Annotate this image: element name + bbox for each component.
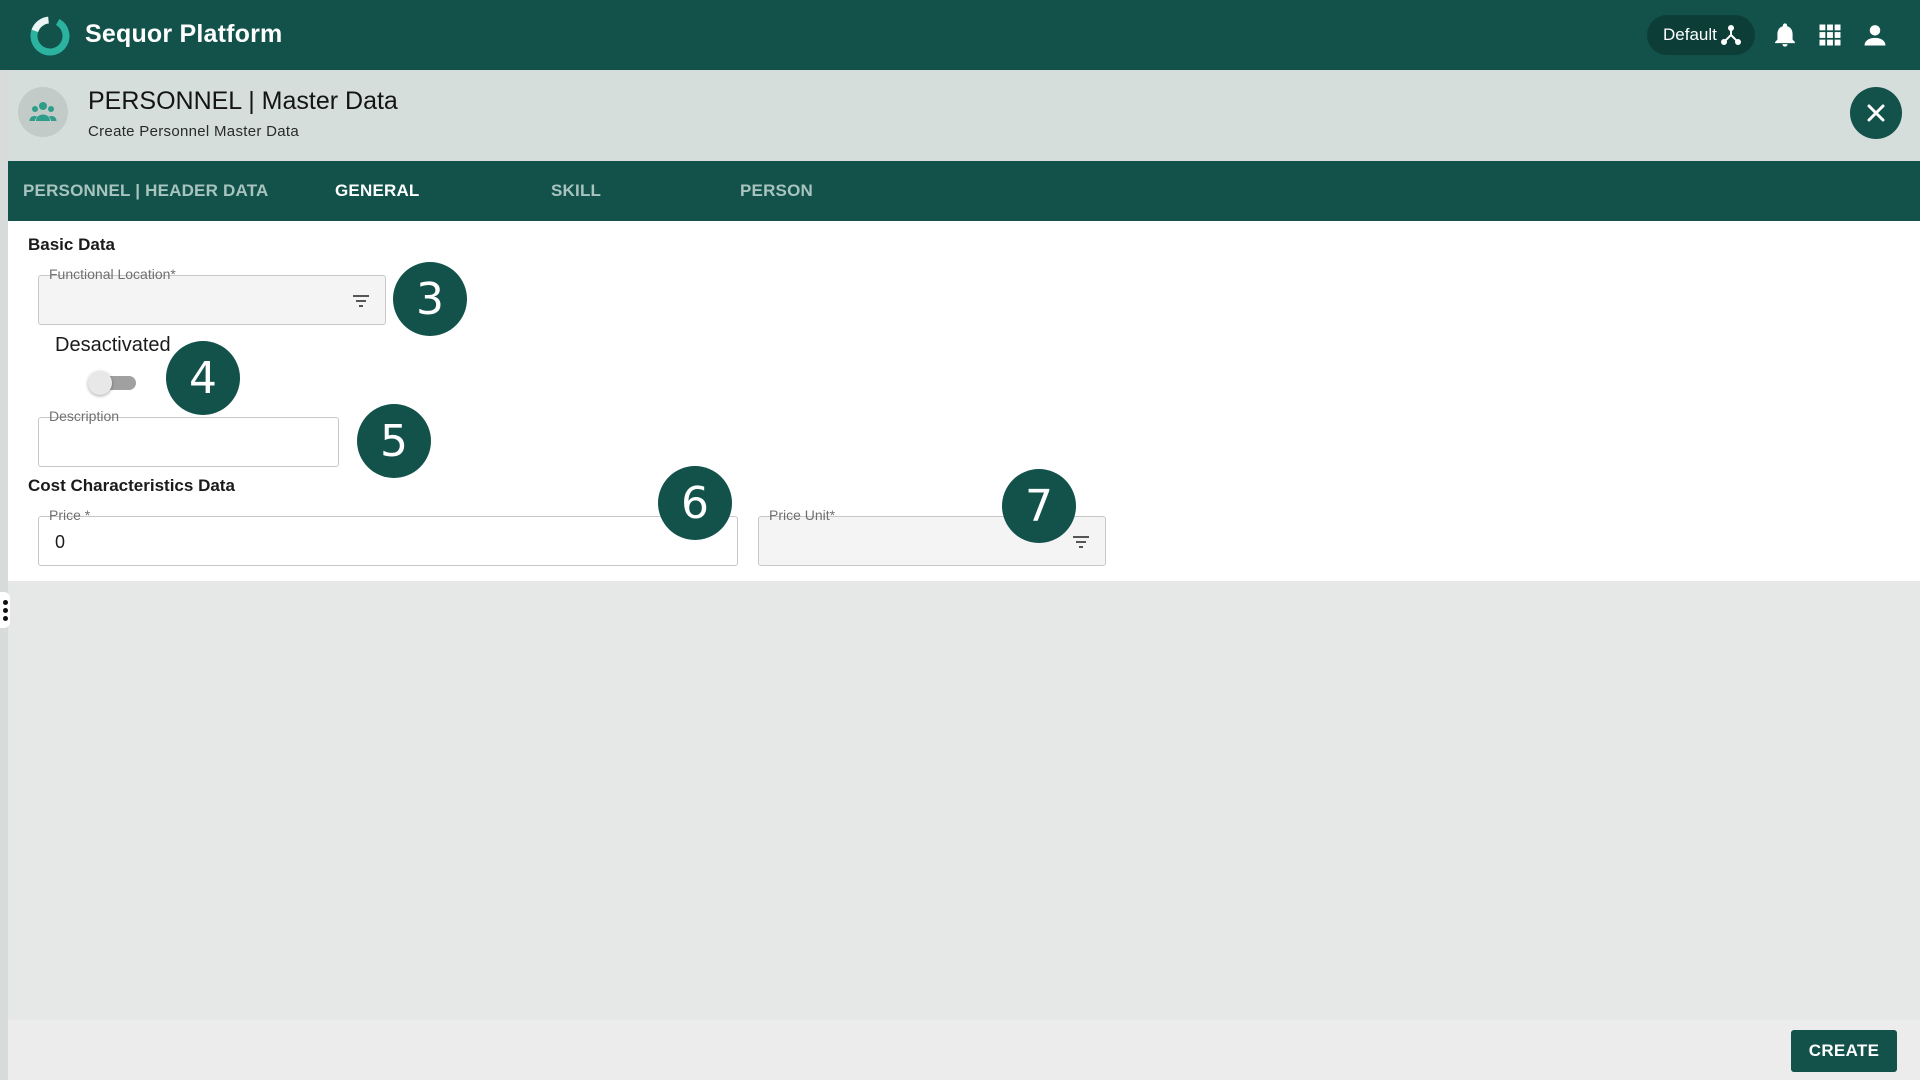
callout-marker: 4 <box>166 341 240 415</box>
callout-marker: 3 <box>393 262 467 336</box>
callout-marker: 6 <box>658 466 732 540</box>
logo-ring-icon[interactable] <box>29 15 71 57</box>
page-avatar <box>18 87 68 137</box>
environment-selector[interactable]: Default <box>1647 15 1755 55</box>
side-panel-toggle-handle[interactable] <box>0 592 10 628</box>
close-button[interactable] <box>1850 87 1902 139</box>
form-footer: CREATE <box>8 1020 1920 1080</box>
close-icon <box>1867 104 1885 122</box>
create-button[interactable]: CREATE <box>1791 1030 1897 1072</box>
filter-icon[interactable] <box>351 292 371 310</box>
more-dot-icon <box>2 599 8 605</box>
side-panel-rail <box>0 70 8 1080</box>
description-label: Description <box>45 408 124 424</box>
price-value: 0 <box>55 532 66 552</box>
page-subtitle: Create Personnel Master Data <box>88 123 299 140</box>
user-icon[interactable] <box>1861 21 1889 49</box>
price-field[interactable]: Price * 0 <box>38 507 738 566</box>
basic-data-title: Basic Data <box>28 235 115 254</box>
tab-general[interactable]: GENERAL <box>335 161 420 221</box>
apps-grid-icon[interactable] <box>1816 21 1844 49</box>
bell-icon[interactable] <box>1771 21 1799 49</box>
callout-marker: 5 <box>357 404 431 478</box>
tab-bar: PERSONNEL | HEADER DATA GENERAL SKILL PE… <box>8 161 1920 221</box>
callout-marker: 7 <box>1002 469 1076 543</box>
share-network-icon <box>1721 25 1741 45</box>
page-header: PERSONNEL | Master Data Create Personnel… <box>8 70 1920 161</box>
description-field[interactable]: Description <box>38 408 339 467</box>
filter-icon[interactable] <box>1071 533 1091 551</box>
app-title: Sequor Platform <box>85 20 283 48</box>
price-label: Price * <box>45 507 95 523</box>
tab-skill[interactable]: SKILL <box>551 161 601 221</box>
price-unit-label: Price Unit* <box>765 507 840 523</box>
more-dot-icon <box>2 615 8 621</box>
more-dot-icon <box>2 607 8 613</box>
top-app-bar: Sequor Platform Default <box>0 0 1920 70</box>
functional-location-field[interactable]: Functional Location* <box>38 266 386 325</box>
toggle-knob <box>88 371 112 395</box>
functional-location-label: Functional Location* <box>45 266 180 282</box>
cost-characteristics-title: Cost Characteristics Data <box>28 476 235 495</box>
deactivated-toggle[interactable] <box>88 371 136 395</box>
tab-person[interactable]: PERSON <box>740 161 813 221</box>
deactivated-label: Desactivated <box>55 334 171 356</box>
environment-label: Default <box>1663 25 1717 44</box>
tab-personnel-header-data[interactable]: PERSONNEL | HEADER DATA <box>23 161 269 221</box>
page-title: PERSONNEL | Master Data <box>88 87 398 115</box>
general-form: Basic Data Functional Location* Desactiv… <box>8 221 1920 581</box>
people-group-icon <box>29 102 57 121</box>
